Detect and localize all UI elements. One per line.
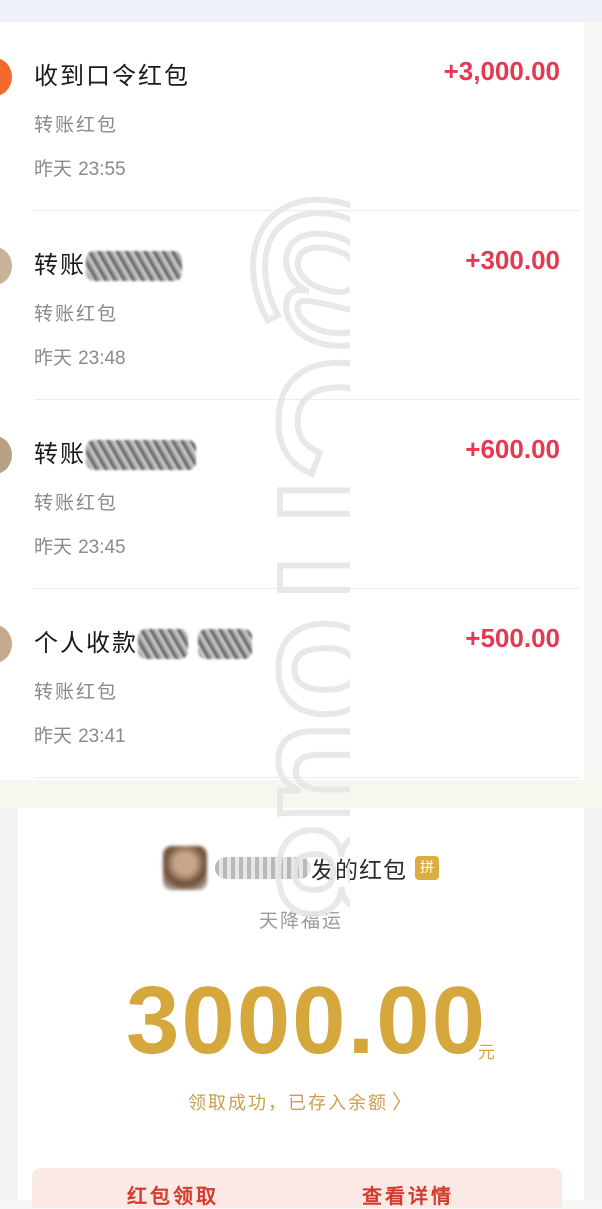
avatar [0, 436, 12, 474]
transaction-list: 收到口令红包 +3,000.00 转账红包 昨天 23:55 转账 +300.0… [0, 22, 584, 780]
tab-packet-claim[interactable]: 红包领取 [127, 1180, 219, 1209]
red-packet-detail: 发的红包拼 天降福运 3000.00 元 领取成功，已存入余额〉 红包领取 查看… [18, 808, 584, 1208]
envelope-edge [584, 808, 602, 1200]
sender-label: 发的红包 [311, 858, 407, 884]
sender-avatar [163, 846, 207, 890]
sender-row: 发的红包拼 [18, 846, 584, 890]
section-gap [0, 780, 602, 808]
redacted-name [86, 251, 182, 281]
transaction-row[interactable]: 转账 +300.00 转账红包 昨天 23:48 [0, 211, 584, 400]
tab-view-details[interactable]: 查看详情 [362, 1180, 454, 1209]
avatar [0, 625, 12, 663]
divider [34, 777, 580, 778]
transaction-title: 个人收款 [34, 623, 252, 659]
redacted-sender [215, 857, 311, 879]
top-strip [0, 0, 602, 22]
transaction-title: 收到口令红包 [34, 62, 190, 90]
transaction-amount: +600.00 [465, 434, 560, 464]
transaction-type: 转账红包 [34, 114, 119, 136]
transaction-title: 转账 [34, 245, 182, 281]
bottom-tab-bar: 红包领取 查看详情 [32, 1168, 562, 1208]
transaction-type: 转账红包 [34, 492, 119, 514]
transaction-amount: +3,000.00 [443, 56, 560, 86]
transaction-time: 昨天 23:45 [34, 536, 126, 558]
transaction-amount: +500.00 [465, 623, 560, 653]
redacted-name [138, 629, 188, 659]
received-link[interactable]: 领取成功，已存入余额〉 [18, 1086, 584, 1115]
pin-badge: 拼 [415, 856, 439, 880]
transaction-time: 昨天 23:48 [34, 347, 126, 369]
amount-unit: 元 [478, 1043, 495, 1063]
envelope-edge [0, 808, 18, 1200]
avatar [0, 58, 12, 96]
transaction-type: 转账红包 [34, 681, 119, 703]
transaction-type: 转账红包 [34, 303, 119, 325]
redacted-name [197, 629, 252, 659]
transaction-time: 昨天 23:41 [34, 725, 126, 747]
transaction-title: 转账 [34, 434, 196, 470]
chevron-right-icon: 〉 [392, 1090, 414, 1114]
transaction-row[interactable]: 个人收款 +500.00 转账红包 昨天 23:41 [0, 589, 584, 778]
packet-amount: 3000.00 [126, 967, 488, 1074]
transaction-row[interactable]: 收到口令红包 +3,000.00 转账红包 昨天 23:55 [0, 22, 584, 211]
transaction-row[interactable]: 转账 +600.00 转账红包 昨天 23:45 [0, 400, 584, 589]
transaction-amount: +300.00 [465, 245, 560, 275]
transaction-time: 昨天 23:55 [34, 158, 126, 180]
blessing-text: 天降福运 [258, 910, 343, 932]
redacted-name [86, 440, 196, 470]
avatar [0, 247, 12, 285]
